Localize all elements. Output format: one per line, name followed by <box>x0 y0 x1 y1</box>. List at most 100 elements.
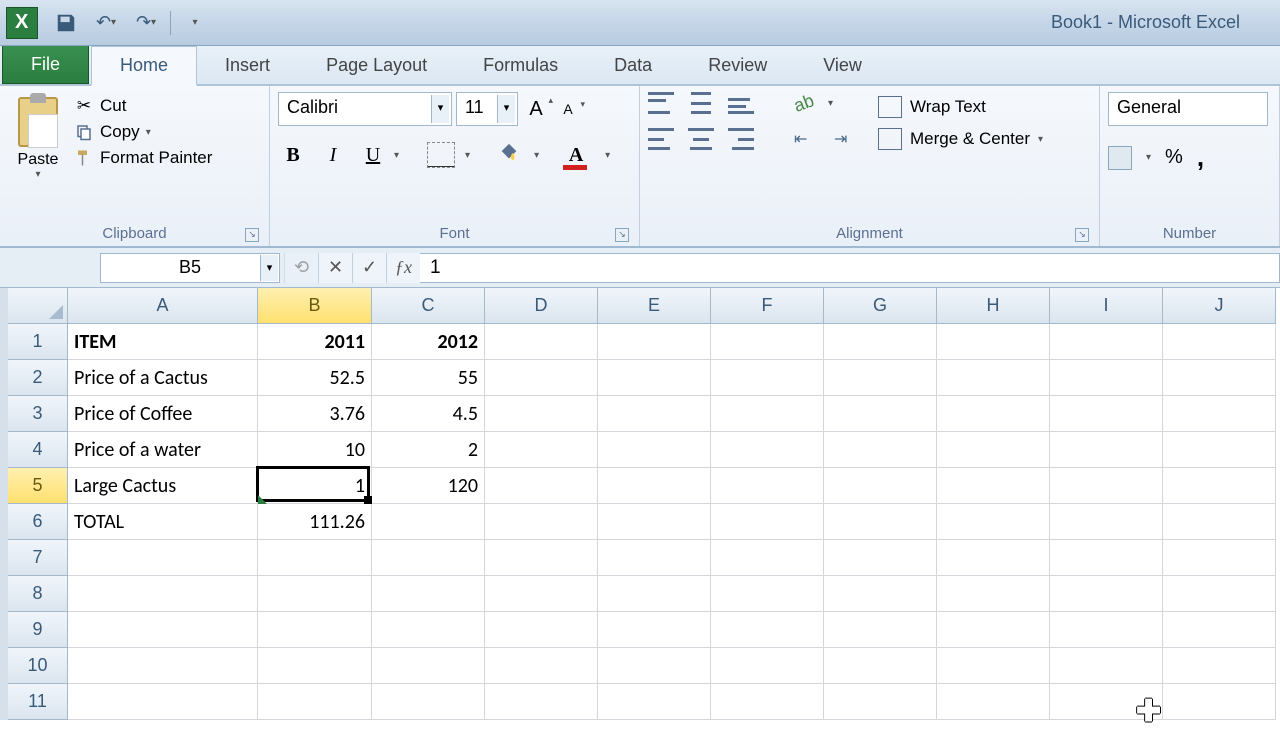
cell-A1[interactable]: ITEM <box>68 324 258 360</box>
cell-B7[interactable] <box>258 540 372 576</box>
font-name-combo[interactable]: Calibri ▾ <box>278 92 452 126</box>
cell-D9[interactable] <box>485 612 598 648</box>
fill-dropdown-icon[interactable]: ▾ <box>534 150 539 161</box>
column-header-F[interactable]: F <box>711 288 824 324</box>
excel-app-icon[interactable] <box>6 7 38 39</box>
cell-F5[interactable] <box>711 468 824 504</box>
alignment-launcher[interactable]: ↘ <box>1075 228 1089 242</box>
cell-J5[interactable] <box>1163 468 1276 504</box>
cell-I2[interactable] <box>1050 360 1163 396</box>
column-header-B[interactable]: B <box>258 288 372 324</box>
cell-C5[interactable]: 120 <box>372 468 485 504</box>
font-launcher[interactable]: ↘ <box>615 228 629 242</box>
percent-button[interactable]: % <box>1165 146 1183 169</box>
italic-button[interactable]: I <box>318 140 348 170</box>
cancel-edit-button[interactable]: ⟲ <box>284 253 318 283</box>
cell-D8[interactable] <box>485 576 598 612</box>
cell-C9[interactable] <box>372 612 485 648</box>
cell-C2[interactable]: 55 <box>372 360 485 396</box>
cell-I10[interactable] <box>1050 648 1163 684</box>
row-header-11[interactable]: 11 <box>8 684 67 720</box>
cell-D7[interactable] <box>485 540 598 576</box>
tab-home[interactable]: Home <box>91 46 197 86</box>
wrap-text-button[interactable]: Wrap Text <box>878 96 1043 118</box>
align-top-button[interactable] <box>648 92 674 114</box>
border-button[interactable] <box>427 142 455 168</box>
merge-center-button[interactable]: Merge & Center ▾ <box>878 128 1043 150</box>
cell-A6[interactable]: TOTAL <box>68 504 258 540</box>
cell-C7[interactable] <box>372 540 485 576</box>
comma-button[interactable]: , <box>1197 142 1204 173</box>
cell-G3[interactable] <box>824 396 937 432</box>
cell-H11[interactable] <box>937 684 1050 720</box>
tab-data[interactable]: Data <box>586 47 680 84</box>
align-bottom-button[interactable] <box>728 92 754 114</box>
cell-A4[interactable]: Price of a water <box>68 432 258 468</box>
cell-C4[interactable]: 2 <box>372 432 485 468</box>
row-header-9[interactable]: 9 <box>8 612 67 648</box>
cell-F7[interactable] <box>711 540 824 576</box>
cancel-button[interactable]: ✕ <box>318 253 352 283</box>
font-color-button[interactable]: A <box>563 144 589 167</box>
cell-B10[interactable] <box>258 648 372 684</box>
tab-page-layout[interactable]: Page Layout <box>298 47 455 84</box>
fill-color-button[interactable] <box>498 142 524 168</box>
cell-H8[interactable] <box>937 576 1050 612</box>
cell-C1[interactable]: 2012 <box>372 324 485 360</box>
cell-H9[interactable] <box>937 612 1050 648</box>
cell-B11[interactable] <box>258 684 372 720</box>
cell-E1[interactable] <box>598 324 711 360</box>
cell-H10[interactable] <box>937 648 1050 684</box>
cell-E2[interactable] <box>598 360 711 396</box>
tab-view[interactable]: View <box>795 47 890 84</box>
cell-C6[interactable] <box>372 504 485 540</box>
cell-I4[interactable] <box>1050 432 1163 468</box>
row-header-8[interactable]: 8 <box>8 576 67 612</box>
accounting-dropdown-icon[interactable]: ▾ <box>1146 152 1151 163</box>
cell-H5[interactable] <box>937 468 1050 504</box>
cell-E8[interactable] <box>598 576 711 612</box>
format-painter-button[interactable]: Format Painter <box>74 148 212 168</box>
tab-formulas[interactable]: Formulas <box>455 47 586 84</box>
cell-D4[interactable] <box>485 432 598 468</box>
cell-G6[interactable] <box>824 504 937 540</box>
cell-J4[interactable] <box>1163 432 1276 468</box>
cell-A2[interactable]: Price of a Cactus <box>68 360 258 396</box>
cell-H4[interactable] <box>937 432 1050 468</box>
decrease-indent-button[interactable]: ⇤ <box>794 129 820 149</box>
cell-D11[interactable] <box>485 684 598 720</box>
cell-F6[interactable] <box>711 504 824 540</box>
font-color-dropdown-icon[interactable]: ▾ <box>605 150 610 161</box>
orientation-dropdown-icon[interactable]: ▾ <box>828 98 833 109</box>
cell-C11[interactable] <box>372 684 485 720</box>
cell-G9[interactable] <box>824 612 937 648</box>
cell-E6[interactable] <box>598 504 711 540</box>
column-header-A[interactable]: A <box>68 288 258 324</box>
cell-J1[interactable] <box>1163 324 1276 360</box>
cell-F10[interactable] <box>711 648 824 684</box>
cell-B2[interactable]: 52.5 <box>258 360 372 396</box>
cell-E7[interactable] <box>598 540 711 576</box>
column-header-E[interactable]: E <box>598 288 711 324</box>
tab-insert[interactable]: Insert <box>197 47 298 84</box>
increase-indent-button[interactable]: ⇥ <box>834 129 860 149</box>
cell-I7[interactable] <box>1050 540 1163 576</box>
column-header-H[interactable]: H <box>937 288 1050 324</box>
cell-C10[interactable] <box>372 648 485 684</box>
cell-J11[interactable] <box>1163 684 1276 720</box>
align-middle-button[interactable] <box>688 92 714 114</box>
cell-J7[interactable] <box>1163 540 1276 576</box>
cell-B8[interactable] <box>258 576 372 612</box>
cell-F3[interactable] <box>711 396 824 432</box>
cell-G7[interactable] <box>824 540 937 576</box>
cell-F9[interactable] <box>711 612 824 648</box>
cell-G11[interactable] <box>824 684 937 720</box>
cell-J8[interactable] <box>1163 576 1276 612</box>
insert-function-button[interactable]: ƒx <box>386 253 420 283</box>
row-header-1[interactable]: 1 <box>8 324 67 360</box>
row-header-5[interactable]: 5 <box>8 468 67 504</box>
cell-D10[interactable] <box>485 648 598 684</box>
orientation-button[interactable]: ab <box>791 90 817 117</box>
column-header-I[interactable]: I <box>1050 288 1163 324</box>
font-size-combo[interactable]: 11 ▾ <box>456 92 518 126</box>
